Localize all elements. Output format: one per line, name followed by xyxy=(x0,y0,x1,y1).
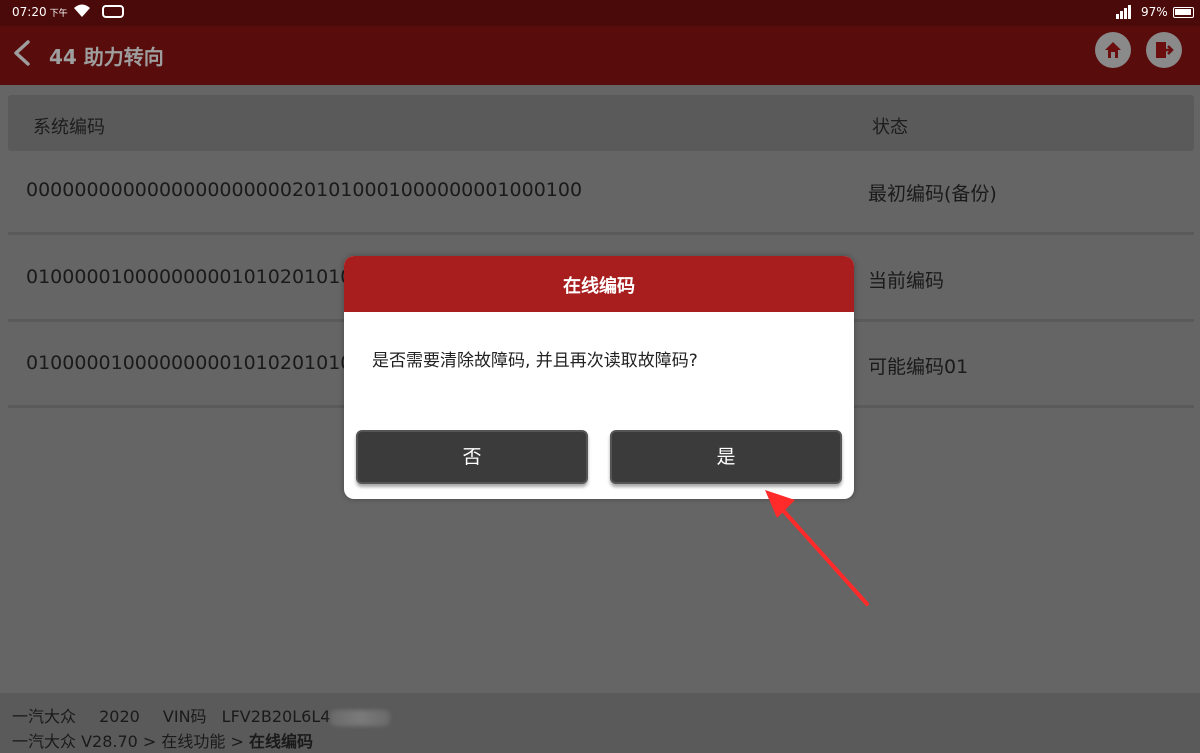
row-code: 01000001000000000101020101000 xyxy=(26,266,377,288)
signal-icon xyxy=(1116,5,1132,22)
vr-icon xyxy=(102,5,124,18)
row-status: 可能编码01 xyxy=(868,356,969,378)
back-arrow-icon[interactable] xyxy=(10,38,34,68)
status-bar: 07:20 下午 97% xyxy=(0,0,1200,26)
breadcrumb: 一汽大众 V28.70 > 在线功能 > 在线编码 xyxy=(12,728,313,752)
dialog-message: 是否需要清除故障码, 并且再次读取故障码? xyxy=(372,351,698,371)
wifi-icon xyxy=(72,3,92,22)
home-button[interactable] xyxy=(1095,32,1131,68)
vehicle-info: 一汽大众 2020 VIN码 LFV2B20L6L4 xyxy=(12,703,408,727)
online-coding-dialog: 在线编码 是否需要清除故障码, 并且再次读取故障码? 否 是 xyxy=(344,256,854,499)
row-status: 最初编码(备份) xyxy=(868,183,997,205)
breadcrumb-current: 在线编码 xyxy=(249,732,314,751)
no-button[interactable]: 否 xyxy=(356,430,588,484)
header-status: 状态 xyxy=(872,117,908,138)
row-code: 01000001000000000101020101000 xyxy=(26,352,377,374)
annotation-arrow-icon xyxy=(765,490,869,606)
exit-icon xyxy=(1156,42,1174,58)
vin-label: VIN码 xyxy=(162,707,207,726)
row-code: 0000000000000000000000201010001000000001… xyxy=(26,179,583,201)
vehicle-make: 一汽大众 xyxy=(12,707,77,726)
table-row[interactable]: 0000000000000000000000201010001000000001… xyxy=(8,151,1194,235)
row-status: 当前编码 xyxy=(868,270,945,292)
status-time: 07:20 下午 xyxy=(12,5,68,19)
page-title: 44 助力转向 xyxy=(49,45,164,69)
battery-percent: 97% xyxy=(1141,5,1168,19)
battery-icon xyxy=(1173,7,1194,18)
header-system-code: 系统编码 xyxy=(33,117,105,138)
yes-button[interactable]: 是 xyxy=(610,430,842,484)
vin-value: LFV2B20L6L4 xyxy=(221,707,331,726)
exit-button[interactable] xyxy=(1146,32,1182,68)
vehicle-year: 2020 xyxy=(99,707,140,726)
vehicle-info-footer: 一汽大众 2020 VIN码 LFV2B20L6L4 一汽大众 V28.70 >… xyxy=(0,693,1200,753)
vin-redaction xyxy=(330,709,391,726)
home-icon xyxy=(1105,42,1121,58)
dialog-title: 在线编码 xyxy=(344,256,854,312)
breadcrumb-path: 一汽大众 V28.70 > 在线功能 > xyxy=(12,732,244,751)
title-bar: 44 助力转向 xyxy=(0,26,1200,85)
table-header: 系统编码 状态 xyxy=(8,95,1194,151)
